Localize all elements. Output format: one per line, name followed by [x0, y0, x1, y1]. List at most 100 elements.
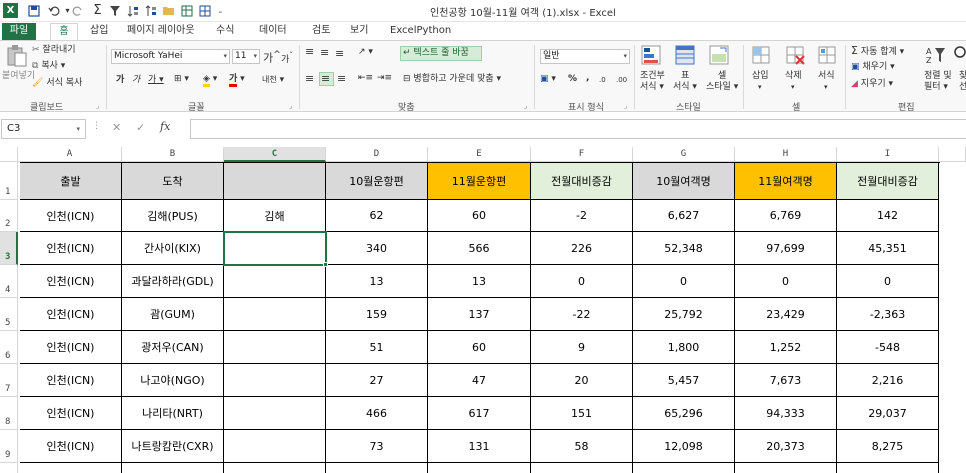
increase-indent-icon[interactable]: ⇥≡: [377, 73, 392, 84]
cell-i3[interactable]: 45,351: [837, 232, 939, 265]
row-header-7[interactable]: 7: [0, 364, 18, 397]
row-header-4[interactable]: 4: [0, 265, 18, 298]
cell-b10[interactable]: 나하(OKA): [122, 463, 224, 473]
cell-f6[interactable]: 9: [531, 331, 633, 364]
insert-function-button[interactable]: fx: [160, 120, 170, 133]
header-cell-g[interactable]: 10월여객명: [633, 163, 735, 200]
cell-b7[interactable]: 나고야(NGO): [122, 364, 224, 397]
tab-view[interactable]: 보기: [346, 23, 372, 40]
tab-page-layout[interactable]: 페이지 레이아웃: [123, 23, 199, 40]
cell-h7[interactable]: 7,673: [735, 364, 837, 397]
header-cell-d[interactable]: 10월운항편: [326, 163, 428, 200]
number-launcher-icon[interactable]: ⌟: [624, 101, 627, 112]
cell-a4[interactable]: 인천(ICN): [20, 265, 122, 298]
cell-h5[interactable]: 23,429: [735, 298, 837, 331]
cell-i5[interactable]: -2,363: [837, 298, 939, 331]
align-middle-icon[interactable]: ≡: [320, 47, 329, 58]
cell-e5[interactable]: 137: [428, 298, 531, 331]
sort-filter-label-1[interactable]: 정렬 및: [924, 71, 952, 82]
cell-a2[interactable]: 인천(ICN): [20, 200, 122, 232]
cell-b8[interactable]: 나리타(NRT): [122, 397, 224, 430]
cut-button[interactable]: ✂ 잘라내기: [32, 45, 76, 56]
row-header-6[interactable]: 6: [0, 331, 18, 364]
paste-button[interactable]: 붙여넣기: [2, 71, 35, 82]
cell-e8[interactable]: 617: [428, 397, 531, 430]
tab-home[interactable]: 홈: [50, 23, 78, 40]
cell-g4[interactable]: 0: [633, 265, 735, 298]
cell-e6[interactable]: 60: [428, 331, 531, 364]
column-header-a[interactable]: A: [18, 147, 122, 162]
tab-formulas[interactable]: 수식: [212, 23, 238, 40]
cell-f7[interactable]: 20: [531, 364, 633, 397]
cell-g7[interactable]: 5,457: [633, 364, 735, 397]
align-center-icon[interactable]: ≡: [321, 73, 330, 84]
align-right-icon[interactable]: ≡: [337, 73, 346, 84]
fill-color-button[interactable]: ◈ ▾: [203, 74, 217, 87]
cell-d3[interactable]: 340: [326, 232, 428, 265]
cell-g6[interactable]: 1,800: [633, 331, 735, 364]
cell-d6[interactable]: 51: [326, 331, 428, 364]
header-cell-f[interactable]: 전월대비증감: [531, 163, 633, 200]
autosum-icon[interactable]: Σ: [90, 3, 105, 18]
column-header-next[interactable]: [939, 147, 966, 162]
decrease-indent-icon[interactable]: ⇤≡: [358, 73, 373, 84]
cell-a3[interactable]: 인천(ICN): [20, 232, 122, 265]
cell-i9[interactable]: 8,275: [837, 430, 939, 463]
grow-font-button[interactable]: 가^: [263, 49, 281, 64]
cell-i2[interactable]: 142: [837, 200, 939, 232]
format-as-table-label-1[interactable]: 표: [681, 71, 689, 82]
cell-d8[interactable]: 466: [326, 397, 428, 430]
header-cell-i[interactable]: 전월대비증감: [837, 163, 939, 200]
find-select-icon[interactable]: [953, 44, 966, 66]
copy-button[interactable]: ⧉ 복사 ▾: [32, 61, 65, 72]
select-all-corner[interactable]: [0, 147, 18, 162]
cancel-icon[interactable]: ✕: [112, 121, 121, 134]
comma-style-button[interactable]: ,: [586, 73, 589, 84]
header-cell-b[interactable]: 도착: [122, 163, 224, 200]
tab-data[interactable]: 데이터: [255, 23, 291, 40]
cell-a9[interactable]: 인천(ICN): [20, 430, 122, 463]
row-header-10[interactable]: 10: [0, 463, 18, 473]
cell-c7[interactable]: [224, 364, 326, 397]
cell-g2[interactable]: 6,627: [633, 200, 735, 232]
clipboard-launcher-icon[interactable]: ⌟: [96, 101, 99, 112]
format-cells-icon[interactable]: [816, 44, 838, 66]
column-header-b[interactable]: B: [122, 147, 224, 162]
cell-i10[interactable]: 139: [837, 463, 939, 473]
column-header-i[interactable]: I: [837, 147, 939, 162]
cell-c2[interactable]: 김해: [224, 200, 326, 232]
decrease-decimal-button[interactable]: .00: [616, 75, 627, 86]
cell-h2[interactable]: 6,769: [735, 200, 837, 232]
autosum-button[interactable]: Σ 자동 합계 ▾: [851, 45, 904, 58]
column-header-h[interactable]: H: [735, 147, 837, 162]
font-launcher-icon[interactable]: ⌟: [289, 101, 292, 112]
cell-h10[interactable]: 3,390: [735, 463, 837, 473]
sort-filter-label-2[interactable]: 필터 ▾: [924, 82, 948, 93]
conditional-formatting-label-2[interactable]: 서식 ▾: [640, 82, 664, 93]
cell-c9[interactable]: [224, 430, 326, 463]
cell-e3[interactable]: 566: [428, 232, 531, 265]
chevron-down-icon[interactable]: ▾: [791, 82, 795, 93]
cell-i4[interactable]: 0: [837, 265, 939, 298]
insert-cells-label[interactable]: 삽입: [752, 71, 769, 82]
cell-c10[interactable]: [224, 463, 326, 473]
paste-icon[interactable]: [6, 44, 28, 67]
chevron-down-icon[interactable]: ▾: [758, 82, 762, 93]
align-left-icon[interactable]: ≡: [305, 73, 314, 84]
cell-g10[interactable]: 2,981: [633, 463, 735, 473]
cell-d5[interactable]: 159: [326, 298, 428, 331]
cell-f2[interactable]: -2: [531, 200, 633, 232]
column-header-e[interactable]: E: [428, 147, 531, 162]
header-cell-e[interactable]: 11월운항편: [428, 163, 531, 200]
cell-e10[interactable]: 21: [428, 463, 531, 473]
header-cell-a[interactable]: 출발: [20, 163, 122, 200]
fill-handle[interactable]: [323, 262, 328, 267]
cell-e2[interactable]: 60: [428, 200, 531, 232]
enter-icon[interactable]: ✓: [136, 121, 145, 134]
merge-center-button[interactable]: ⊟ 병합하고 가운데 맞춤 ▾: [403, 74, 501, 85]
cell-c5[interactable]: [224, 298, 326, 331]
cell-c6[interactable]: [224, 331, 326, 364]
cell-b3[interactable]: 간사이(KIX): [122, 232, 224, 265]
insert-cells-icon[interactable]: [750, 44, 772, 66]
cell-f3[interactable]: 226: [531, 232, 633, 265]
